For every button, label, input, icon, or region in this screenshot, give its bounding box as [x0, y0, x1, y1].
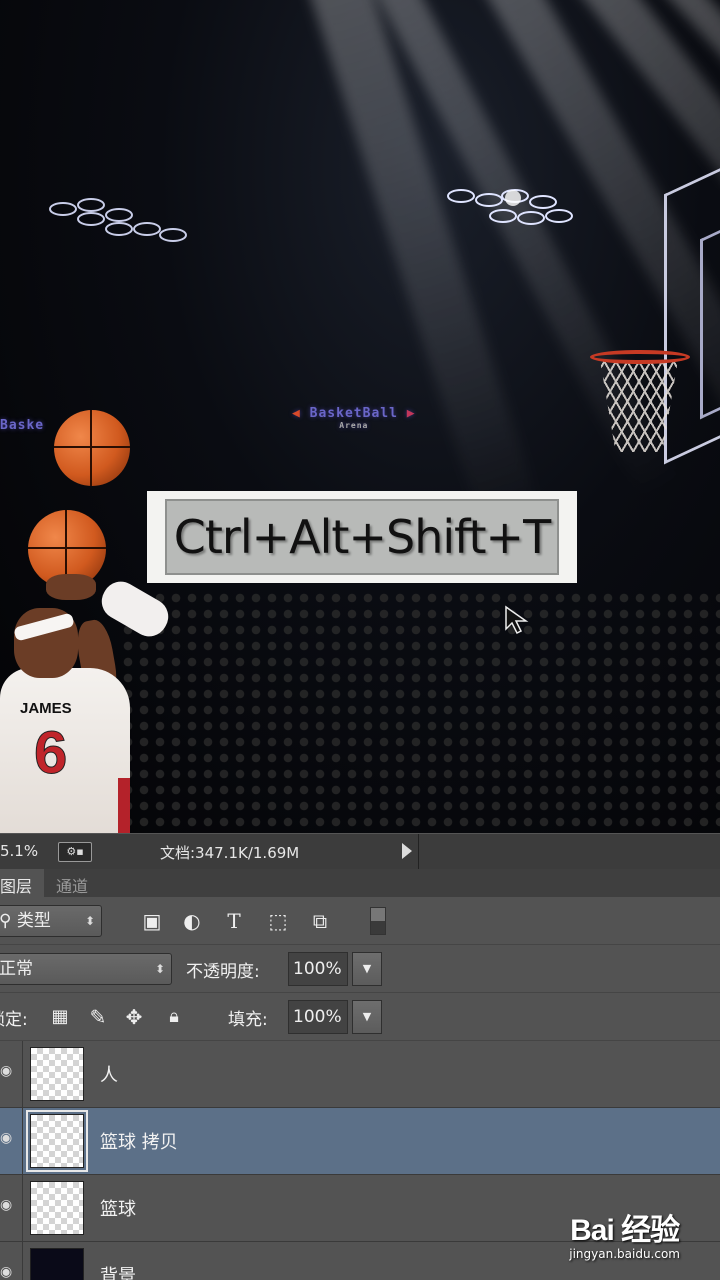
filter-adjustment-icon[interactable]: ◐: [178, 907, 206, 935]
mouse-cursor-icon: [505, 605, 529, 635]
blend-row: 正常 ⬍ 不透明度: 100% ▼: [0, 945, 720, 993]
panel-tabs: 图层 通道: [0, 869, 720, 897]
opacity-input[interactable]: 100%: [288, 952, 348, 986]
layer-thumbnail: [26, 1110, 88, 1172]
zoom-level[interactable]: 5.1%: [0, 842, 38, 860]
arena-lights-center: [447, 189, 573, 225]
eye-visibility-icon[interactable]: ◉: [0, 1197, 14, 1213]
document-size-info: 文档:347.1K/1.69M: [160, 844, 300, 862]
eye-visibility-icon[interactable]: ◉: [0, 1130, 14, 1146]
filter-kind-label: 类型: [16, 911, 51, 931]
lock-row: 锁定: ▦ ✎ ✥ 🔒︎ 填充: 100% ▼: [0, 993, 720, 1041]
fill-label: 填充:: [228, 1010, 268, 1030]
arena-lights-left: [49, 198, 187, 242]
player-figure: JAMES 6: [0, 574, 190, 833]
divider: [22, 1041, 23, 1107]
filter-shape-icon[interactable]: ⬚: [264, 907, 292, 935]
backboard-inner: [700, 220, 720, 420]
layer-row[interactable]: ◉ 人: [0, 1041, 720, 1108]
filter-kind-dropdown[interactable]: ⚲ 类型 ⬍: [0, 905, 102, 937]
document-canvas[interactable]: Baske ◀ BasketBall ▶ Arena JAMES 6 Ctrl+…: [0, 0, 720, 833]
divider: [22, 1175, 23, 1241]
banner-logo-left: Baske: [0, 418, 45, 433]
fill-input[interactable]: 100%: [288, 1000, 348, 1034]
filter-toggle[interactable]: [370, 907, 386, 935]
status-menu-arrow-icon[interactable]: [402, 843, 412, 859]
lock-all-icon[interactable]: 🔒︎: [160, 1003, 188, 1031]
layer-name[interactable]: 背景: [100, 1262, 136, 1280]
eye-visibility-icon[interactable]: ◉: [0, 1063, 14, 1079]
player-hand: [46, 574, 96, 600]
divider: [22, 1242, 23, 1280]
updown-arrow-icon: ⬍: [154, 962, 165, 976]
layer-thumbnail: [30, 1181, 84, 1235]
shortcut-overlay: Ctrl+Alt+Shift+T: [147, 491, 577, 583]
filter-row: ⚲ 类型 ⬍ ▣ ◐ T ⬚ ⧉: [0, 897, 720, 945]
layer-thumbnail: [30, 1047, 84, 1101]
eye-visibility-icon[interactable]: ◉: [0, 1264, 14, 1280]
status-divider: [418, 834, 419, 870]
hoop-rim: [590, 350, 690, 364]
baidu-jingyan-watermark: Bai 经验 jingyan.baidu.com: [569, 1205, 680, 1261]
shortcut-text: Ctrl+Alt+Shift+T: [165, 499, 559, 575]
watermark-url: jingyan.baidu.com: [569, 1247, 680, 1261]
crowd-seats: [120, 590, 720, 833]
layer-name[interactable]: 篮球: [100, 1195, 136, 1221]
filter-type-icon[interactable]: T: [220, 907, 248, 935]
jersey-trim: [118, 778, 130, 833]
layer-name[interactable]: 人: [100, 1061, 118, 1087]
layer-thumbnail: [30, 1248, 84, 1280]
search-icon: ⚲: [0, 911, 17, 931]
tab-channels[interactable]: 通道: [44, 869, 100, 897]
blend-mode-value: 正常: [0, 959, 33, 979]
lock-pixels-brush-icon[interactable]: ✎: [84, 1003, 112, 1031]
lock-transparency-icon[interactable]: ▦: [46, 1003, 74, 1031]
basketball-copy: [54, 410, 130, 486]
filter-pixel-icon[interactable]: ▣: [138, 907, 166, 935]
layer-name[interactable]: 篮球 拷贝: [100, 1128, 178, 1154]
document-profile-icon[interactable]: ⚙▪: [58, 842, 92, 862]
blend-mode-dropdown[interactable]: 正常 ⬍: [0, 953, 172, 985]
divider: [22, 1108, 23, 1174]
jersey-name: JAMES: [20, 700, 72, 717]
watermark-logo: Bai 经验: [570, 1214, 680, 1247]
filter-smartobject-icon[interactable]: ⧉: [306, 907, 334, 935]
fill-dropdown-arrow-icon[interactable]: ▼: [352, 1000, 382, 1034]
opacity-label: 不透明度:: [186, 962, 260, 982]
status-bar: 5.1% ⚙▪ 文档:347.1K/1.69M: [0, 833, 720, 870]
updown-arrow-icon: ⬍: [84, 914, 95, 928]
layer-row-selected[interactable]: ◉ 篮球 拷贝: [0, 1108, 720, 1175]
jersey-number: 6: [33, 719, 68, 787]
tab-layers[interactable]: 图层: [0, 869, 45, 897]
lock-label: 锁定:: [0, 1010, 28, 1030]
banner-logo: ◀ BasketBall ▶ Arena: [292, 406, 416, 430]
lock-position-move-icon[interactable]: ✥: [120, 1003, 148, 1031]
opacity-dropdown-arrow-icon[interactable]: ▼: [352, 952, 382, 986]
